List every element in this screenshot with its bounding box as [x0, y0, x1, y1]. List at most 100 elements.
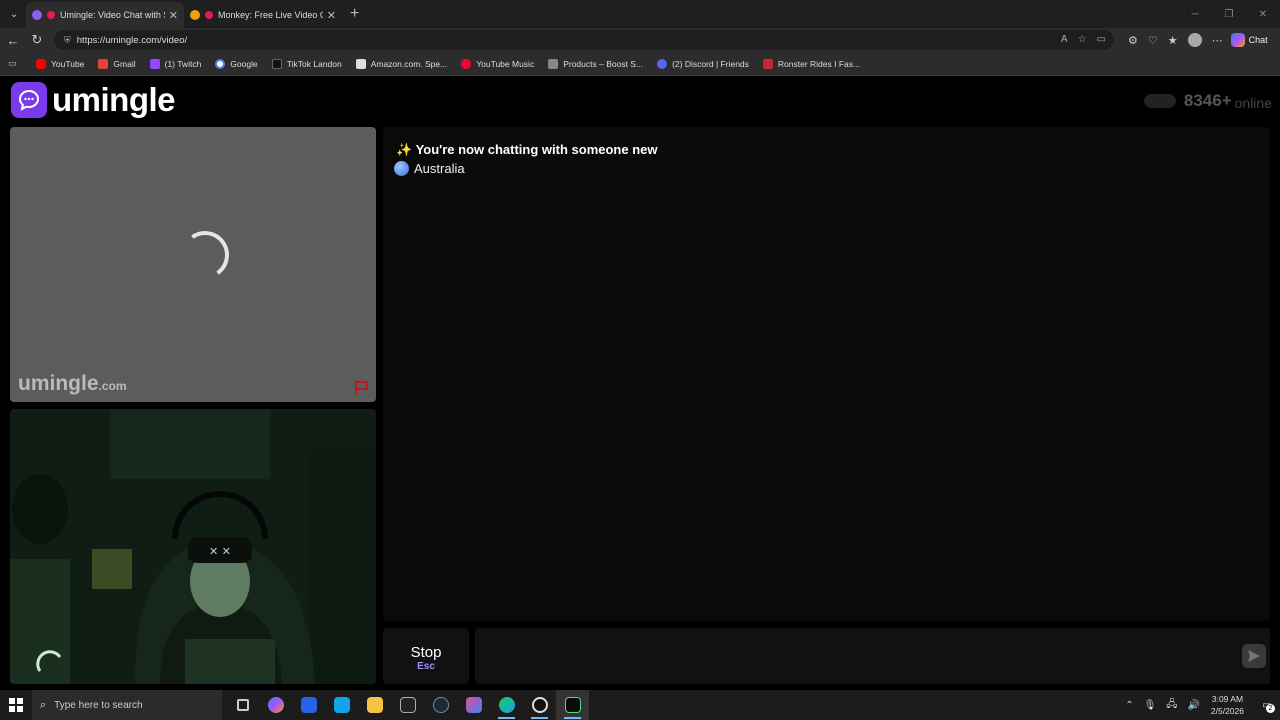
- modrinth-app-icon[interactable]: [457, 690, 490, 720]
- stop-button[interactable]: Stop Esc: [383, 628, 469, 684]
- bookmark-products[interactable]: Products – Boost S...: [548, 58, 643, 69]
- online-indicator: 8346+ online: [1143, 91, 1272, 111]
- new-tab-icon[interactable]: +: [350, 5, 359, 23]
- sidebar-toggle-icon[interactable]: ▭: [8, 58, 22, 69]
- copilot-app-icon[interactable]: [259, 690, 292, 720]
- read-aloud-icon[interactable]: A: [1061, 34, 1068, 45]
- amazon-icon: [355, 58, 366, 69]
- notification-center-icon[interactable]: ▭2: [1254, 700, 1280, 713]
- message-input[interactable]: [475, 628, 1270, 684]
- browser-essentials-icon[interactable]: ♡: [1148, 34, 1158, 47]
- epic-games-icon[interactable]: [391, 690, 424, 720]
- more-menu-icon[interactable]: ⋯: [1212, 34, 1223, 47]
- bookmark-tiktok[interactable]: TikTok Landon: [271, 58, 342, 69]
- tab-title: Umingle: Video Chat with Stra: [60, 10, 165, 20]
- close-tab-icon[interactable]: ✕: [169, 9, 178, 22]
- address-bar[interactable]: ⛨ https://umingle.com/video/ A ☆ ▭: [54, 30, 1114, 50]
- bookmark-youtube[interactable]: YouTube: [36, 58, 84, 69]
- extensions-icon[interactable]: ⚙: [1128, 34, 1138, 47]
- tab-monkey[interactable]: Monkey: Free Live Video Chat ✕: [184, 2, 342, 28]
- google-icon: [215, 58, 226, 69]
- refresh-icon[interactable]: ↻: [26, 32, 48, 48]
- globe-icon: [394, 161, 409, 176]
- bookmark-google[interactable]: Google: [215, 58, 258, 69]
- favorites-icon[interactable]: ★: [1168, 34, 1178, 47]
- capcut-app-icon[interactable]: [556, 690, 589, 720]
- self-camera-feed: ✕ ✕: [10, 409, 376, 684]
- report-flag-icon[interactable]: [354, 380, 370, 396]
- site-info-icon[interactable]: ⛨: [64, 35, 71, 46]
- site-logo[interactable]: umingle: [11, 81, 176, 119]
- clock-date: 2/5/2026: [1210, 706, 1244, 716]
- bookmark-youtube-music[interactable]: YouTube Music: [461, 58, 534, 69]
- clock-time: 3:09 AM: [1211, 694, 1244, 704]
- bookmark-gmail[interactable]: Gmail: [98, 58, 136, 69]
- edge-app-icon[interactable]: [490, 690, 523, 720]
- system-message: ✨ You're now chatting with someone new: [396, 142, 658, 157]
- browser-toolbar: ← ↻ ⛨ https://umingle.com/video/ A ☆ ▭ ⚙…: [0, 28, 1280, 52]
- twitch-icon: [149, 58, 160, 69]
- search-placeholder: Type here to search: [54, 699, 143, 711]
- tiktok-icon: [271, 58, 282, 69]
- recording-indicator-icon: [47, 11, 55, 19]
- profile-avatar[interactable]: [1187, 33, 1202, 47]
- minimize-icon[interactable]: ─: [1178, 0, 1212, 28]
- task-view-icon[interactable]: [226, 690, 259, 720]
- start-button[interactable]: [0, 690, 32, 720]
- copilot-chat-button[interactable]: Chat: [1230, 33, 1268, 47]
- show-hidden-icons-icon[interactable]: ⌃: [1125, 700, 1133, 711]
- favorite-star-icon[interactable]: ☆: [1078, 34, 1087, 45]
- stop-label: Stop: [410, 644, 442, 661]
- document-icon: [548, 58, 559, 69]
- self-video: ✕ ✕: [10, 409, 376, 684]
- bookmark-twitch[interactable]: (1) Twitch: [149, 58, 201, 69]
- chat-log: ✨ You're now chatting with someone new A…: [383, 127, 1270, 621]
- send-icon: [1248, 650, 1260, 662]
- close-window-icon[interactable]: ✕: [1246, 0, 1280, 28]
- maximize-icon[interactable]: ❐: [1212, 0, 1246, 28]
- bookmarks-bar: ▭ YouTube Gmail (1) Twitch Google TikTok…: [0, 52, 1280, 76]
- taskbar-search[interactable]: ⌕ Type here to search: [32, 690, 222, 720]
- search-icon: ⌕: [40, 698, 47, 711]
- umingle-favicon-icon: [32, 10, 42, 20]
- tab-actions-menu-icon[interactable]: ⌄: [2, 4, 26, 24]
- bookmark-discord[interactable]: (2) Discord | Friends: [657, 58, 749, 69]
- close-tab-icon[interactable]: ✕: [327, 9, 336, 22]
- microphone-icon[interactable]: 🎙: [1144, 700, 1157, 711]
- discord-icon: [657, 58, 668, 69]
- store-app-icon[interactable]: [292, 690, 325, 720]
- svg-text:✕ ✕: ✕ ✕: [209, 545, 231, 558]
- stranger-video: umingle.com: [10, 127, 376, 402]
- send-button[interactable]: [1242, 644, 1266, 668]
- back-icon[interactable]: ←: [2, 33, 24, 48]
- media-icon[interactable]: ▭: [1097, 34, 1106, 45]
- steam-app-icon[interactable]: [424, 690, 457, 720]
- recording-indicator-icon: [205, 11, 213, 19]
- taskbar-clock[interactable]: 3:09 AM 2/5/2026: [1211, 693, 1244, 717]
- url-text: https://umingle.com/video/: [76, 34, 188, 46]
- tab-umingle[interactable]: Umingle: Video Chat with Stra ✕: [26, 2, 184, 28]
- network-icon[interactable]: 🖧: [1166, 697, 1177, 714]
- taskbar-apps: [226, 690, 589, 720]
- file-explorer-icon[interactable]: [358, 690, 391, 720]
- stop-shortcut: Esc: [417, 661, 435, 672]
- copilot-icon: [1230, 33, 1245, 47]
- chat-label: Chat: [1248, 35, 1268, 45]
- window-controls: ─ ❐ ✕: [1178, 0, 1280, 28]
- system-tray: ⌃ 🎙 🖧 🔊 3:09 AM 2/5/2026 ▭2: [1120, 690, 1280, 720]
- chat-bubble-icon: [11, 82, 47, 118]
- notification-count: 2: [1266, 703, 1275, 713]
- volume-icon[interactable]: 🔊: [1187, 700, 1199, 711]
- video-watermark: umingle.com: [18, 372, 127, 395]
- youtube-icon: [36, 58, 46, 69]
- logo-text: umingle: [52, 81, 176, 118]
- gmail-icon: [98, 58, 109, 69]
- bookmark-ronster[interactable]: Ronster Rides I Fas...: [762, 58, 860, 69]
- bookmark-amazon[interactable]: Amazon.com. Spe...: [355, 58, 447, 69]
- windows-logo-icon: [9, 698, 23, 712]
- settings-toggle[interactable]: [1143, 94, 1176, 108]
- monkey-favicon-icon: [190, 10, 200, 20]
- outlook-app-icon[interactable]: [325, 690, 358, 720]
- obs-app-icon[interactable]: [523, 690, 556, 720]
- address-bar-actions: A ☆ ▭: [1061, 34, 1106, 45]
